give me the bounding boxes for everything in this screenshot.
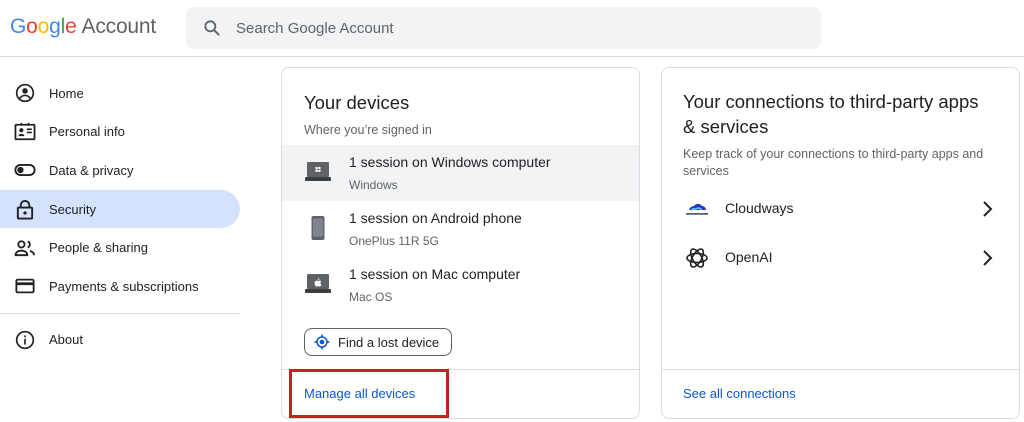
chevron-right-icon[interactable]	[979, 248, 995, 268]
search-bar[interactable]	[186, 7, 821, 49]
sidebar-item-people-sharing[interactable]: People & sharing	[0, 228, 240, 267]
find-lost-device-button[interactable]: Find a lost device	[304, 328, 453, 356]
sidebar-item-label: Data & privacy	[49, 162, 134, 178]
connection-label: OpenAI	[725, 249, 773, 265]
mac-laptop-icon	[304, 271, 332, 297]
sidebar-item-label: Payments & subscriptions	[49, 278, 199, 294]
sidebar-item-label: People & sharing	[49, 240, 149, 256]
google-account-logo[interactable]: Google Account	[10, 15, 156, 39]
device-os: Windows	[349, 178, 398, 192]
device-os: Mac OS	[349, 290, 393, 304]
devices-card-title: Your devices	[304, 92, 410, 113]
device-title: 1 session on Windows computer	[349, 154, 551, 170]
windows-laptop-icon	[304, 159, 332, 185]
sidebar-item-payments[interactable]: Payments & subscriptions	[0, 267, 240, 306]
connections-card: Your connections to third-party apps & s…	[661, 67, 1020, 419]
device-title: 1 session on Mac computer	[349, 266, 521, 282]
app-header: Google Account	[0, 0, 1024, 57]
personal-info-icon	[14, 121, 36, 143]
toggle-icon	[14, 159, 36, 181]
info-icon	[14, 329, 36, 351]
connection-row-openai[interactable]: OpenAI	[662, 234, 1019, 282]
cloudways-icon	[683, 197, 711, 221]
sidebar-item-home[interactable]: Home	[0, 74, 240, 113]
device-row-mac[interactable]: 1 session on Mac computer Mac OS	[282, 257, 639, 313]
connections-card-title: Your connections to third-party apps & s…	[683, 91, 979, 137]
chevron-right-icon[interactable]	[979, 199, 995, 219]
logo-letter: G	[10, 15, 27, 38]
devices-card: Your devices Where you’re signed in 1 se…	[281, 67, 640, 419]
sidebar-item-personal-info[interactable]: Personal info	[0, 113, 240, 152]
sidebar-item-label: Personal info	[49, 124, 125, 140]
connection-label: Cloudways	[725, 200, 794, 216]
see-all-connections-link[interactable]: See all connections	[683, 386, 796, 401]
device-row-windows[interactable]: 1 session on Windows computer Windows	[282, 145, 639, 201]
sidebar-nav: Home Personal info Data & privacy Securi…	[0, 74, 240, 359]
device-title: 1 session on Android phone	[349, 210, 522, 226]
device-os: OnePlus 11R 5G	[349, 234, 439, 248]
connections-card-subtitle: Keep track of your connections to third-…	[683, 147, 984, 178]
sidebar-item-data-privacy[interactable]: Data & privacy	[0, 151, 240, 190]
logo-letter: g	[49, 15, 61, 38]
openai-icon	[683, 246, 711, 270]
logo-suffix: Account	[81, 15, 157, 38]
sidebar-item-security[interactable]: Security	[0, 189, 240, 229]
sidebar-item-label: About	[49, 332, 83, 348]
logo-letter: e	[65, 15, 77, 38]
people-icon	[14, 237, 36, 259]
connection-row-cloudways[interactable]: Cloudways	[662, 185, 1019, 233]
search-icon[interactable]	[202, 18, 222, 38]
card-divider	[662, 369, 1019, 370]
search-input[interactable]	[236, 7, 796, 49]
sidebar-item-label: Security	[49, 201, 96, 217]
home-icon	[14, 82, 36, 104]
logo-letter: o	[37, 15, 50, 38]
credit-card-icon	[14, 275, 36, 297]
lock-icon	[14, 198, 36, 220]
devices-card-subtitle: Where you’re signed in	[304, 123, 432, 137]
find-lost-device-label: Find a lost device	[338, 334, 440, 350]
sidebar-item-about[interactable]: About	[0, 321, 240, 360]
phone-icon	[304, 215, 332, 241]
sidebar-divider	[0, 312, 240, 314]
logo-letter: o	[26, 15, 38, 38]
sidebar-item-label: Home	[49, 85, 84, 101]
location-target-icon	[314, 334, 330, 350]
device-row-android[interactable]: 1 session on Android phone OnePlus 11R 5…	[282, 201, 639, 257]
manage-all-devices-link[interactable]: Manage all devices	[289, 369, 449, 418]
